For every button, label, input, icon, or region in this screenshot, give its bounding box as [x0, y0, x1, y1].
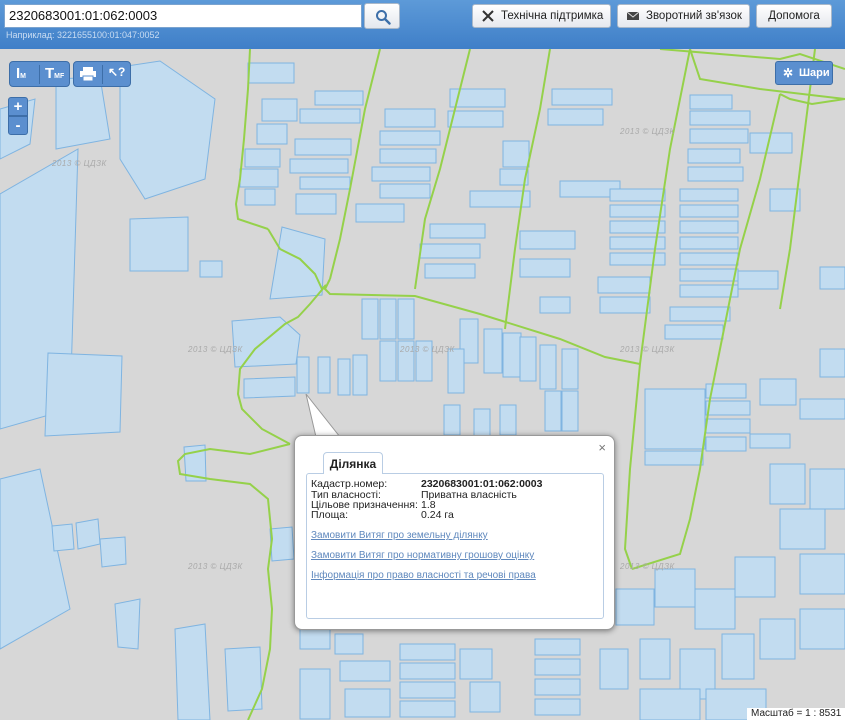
layers-button[interactable]: ✲ Шари [775, 61, 833, 85]
tool-divider [102, 65, 103, 84]
map-watermark: 2013 © ЦДЗК [620, 127, 675, 136]
envelope-icon [626, 11, 640, 20]
search-example-hint: Наприклад: 3221655100:01:047:0052 [6, 30, 160, 40]
measure-length-icon[interactable]: IM [16, 65, 26, 82]
map-watermark: 2013 © ЦДЗК [188, 562, 243, 571]
tech-support-label: Технічна підтримка [501, 10, 604, 22]
map-watermark: 2013 © ЦДЗК [400, 345, 455, 354]
tab-parcel[interactable]: Ділянка [323, 452, 383, 474]
tool-divider [39, 65, 40, 84]
map-watermark: 2013 © ЦДЗК [188, 345, 243, 354]
order-valuation-extract-link[interactable]: Замовити Витяг про нормативну грошову оц… [311, 550, 534, 561]
help-button[interactable]: Допомога [756, 4, 832, 28]
identify-cursor-icon[interactable]: ↖? [108, 65, 125, 79]
layers-label: Шари [799, 67, 830, 79]
gear-icon: ✲ [783, 66, 794, 80]
feedback-button[interactable]: Зворотний зв'язок [617, 4, 750, 28]
field-value: 0.24 га [421, 509, 454, 521]
measure-area-icon[interactable]: TMF [45, 65, 64, 82]
order-parcel-extract-link[interactable]: Замовити Витяг про земельну ділянку [311, 530, 488, 541]
map-scale: Масштаб = 1 : 8531 [747, 708, 845, 720]
popup-close-button[interactable]: × [598, 440, 606, 455]
map-watermark: 2013 © ЦДЗК [52, 159, 107, 168]
search-button[interactable] [364, 3, 400, 29]
tools-icon [482, 10, 494, 22]
map-canvas[interactable]: 2013 © ЦДЗК 2013 © ЦДЗК 2013 © ЦДЗК 2013… [0, 49, 845, 720]
map-watermark: 2013 © ЦДЗК [620, 562, 675, 571]
feedback-label: Зворотний зв'язок [646, 10, 742, 22]
search-icon [376, 10, 391, 25]
ownership-info-link[interactable]: Інформація про право власності та речові… [311, 570, 536, 581]
tech-support-button[interactable]: Технічна підтримка [472, 4, 611, 28]
popup-pointer [305, 394, 342, 439]
map-watermark: 2013 © ЦДЗК [620, 345, 675, 354]
print-identify-tools: ↖? [73, 61, 131, 87]
cadastral-search-input[interactable]: 2320683001:01:062:0003 [4, 4, 362, 28]
zoom-out-button[interactable]: - [8, 116, 28, 135]
print-icon[interactable] [80, 67, 96, 81]
zoom-in-button[interactable]: + [8, 97, 28, 116]
top-toolbar: 2320683001:01:062:0003 Наприклад: 322165… [0, 0, 845, 49]
measure-tools: IM TMF [9, 61, 70, 87]
field-label: Площа: [311, 509, 349, 521]
